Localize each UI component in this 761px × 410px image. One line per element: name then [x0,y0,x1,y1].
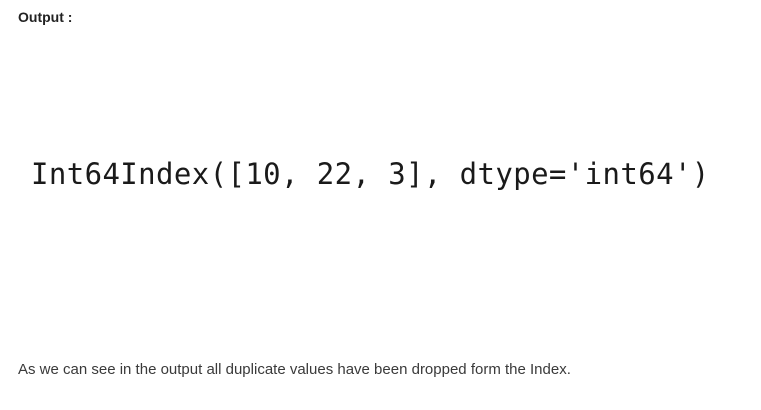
explanation-paragraph: As we can see in the output all duplicat… [18,361,571,378]
code-output-block: Int64Index([10, 22, 3], dtype='int64') [31,157,710,191]
output-heading: Output : [18,9,73,25]
